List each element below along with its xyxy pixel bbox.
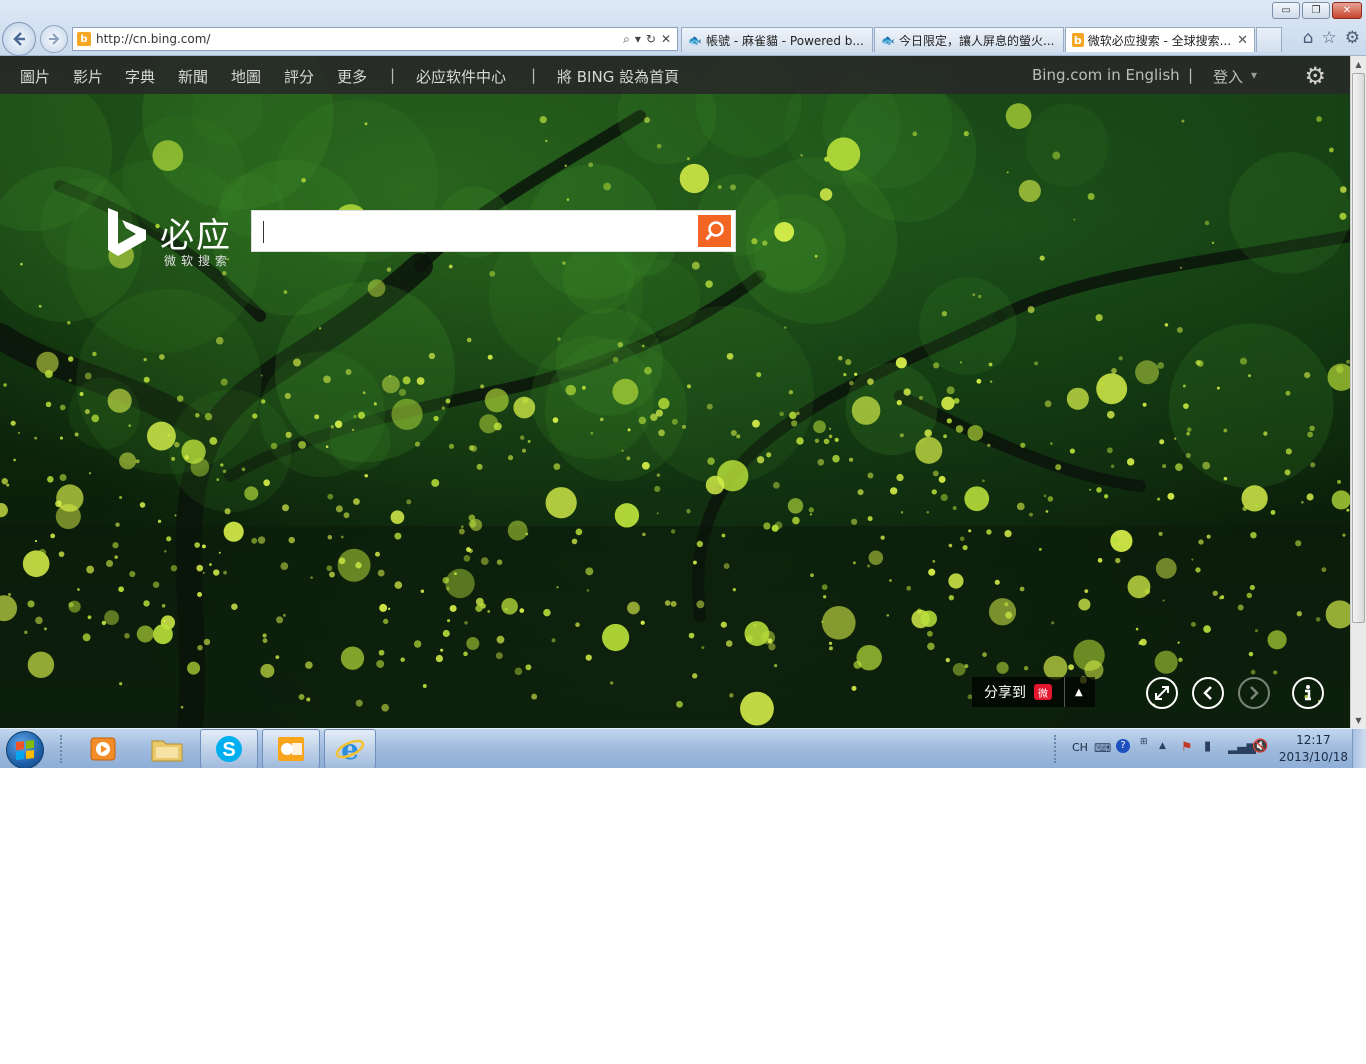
nav-english[interactable]: Bing.com in English [1032, 66, 1180, 84]
logo-title: 必应 [160, 216, 232, 256]
nav-maps[interactable]: 地圖 [231, 66, 261, 87]
expand-icon[interactable] [1146, 677, 1178, 709]
volume-muted-icon[interactable]: 🔇 [1252, 739, 1268, 754]
windows-taskbar: S e CH ⌨ ? ⊞ ▲ ⚑ ▮ ▂▄▆ 🔇 12:17 2013/10/1… [0, 728, 1366, 768]
close-button[interactable]: ✕ [1332, 2, 1362, 19]
logo-subtitle: 微软搜索 [164, 254, 233, 268]
screen: ▭ ❐ ✕ b http://cn.bing.com/ ⌕ ▾ ↻ ✕ 🐟 帳號… [0, 0, 1366, 768]
start-button[interactable] [6, 731, 44, 768]
dropdown-icon[interactable]: ▾ [635, 32, 641, 47]
browser-chrome: ▭ ❐ ✕ b http://cn.bing.com/ ⌕ ▾ ↻ ✕ 🐟 帳號… [0, 0, 1366, 56]
ime-options-icon[interactable]: ⊞ [1140, 737, 1148, 747]
nav-more[interactable]: 更多 [337, 66, 367, 87]
nav-software-center[interactable]: 必应软件中心 [416, 66, 506, 87]
nav-signin[interactable]: 登入 [1213, 66, 1243, 87]
search-button[interactable] [698, 215, 731, 247]
address-bar[interactable]: b http://cn.bing.com/ ⌕ ▾ ↻ ✕ [72, 27, 678, 51]
weibo-icon[interactable]: 微 [1034, 684, 1052, 700]
clock-time: 12:17 [1296, 733, 1331, 747]
nav-images[interactable]: 圖片 [20, 66, 50, 87]
address-tools: ⌕ ▾ ↻ ✕ [623, 32, 671, 47]
share-bar[interactable]: 分享到 微 ▲ [972, 677, 1095, 707]
skype-icon[interactable]: S [200, 729, 258, 768]
search-icon[interactable]: ⌕ [623, 32, 630, 47]
help-icon[interactable]: ? [1116, 739, 1130, 753]
refresh-icon[interactable]: ↻ [646, 32, 656, 47]
bing-page: 圖片 影片 字典 新聞 地圖 評分 更多 | 必应软件中心 | 將 BING 設… [0, 56, 1350, 728]
arrow-right-icon [49, 33, 60, 45]
bing-icon: b [1072, 33, 1084, 47]
prev-icon[interactable] [1192, 677, 1224, 709]
text-caret [263, 221, 264, 243]
search-icon [704, 221, 724, 241]
background-image [0, 56, 1350, 728]
fish-icon: 🐟 [688, 33, 702, 47]
tab-1[interactable]: 🐟 帳號 - 麻雀貓 - Powered b... [681, 27, 873, 52]
media-player-icon[interactable] [74, 729, 132, 768]
bing-logo[interactable]: 必应 微软搜索 [106, 206, 236, 270]
nav-dictionary[interactable]: 字典 [125, 66, 155, 87]
url-text[interactable]: http://cn.bing.com/ [96, 32, 623, 46]
nav-news[interactable]: 新聞 [178, 66, 208, 87]
scroll-thumb[interactable] [1352, 73, 1365, 623]
new-tab-button[interactable] [1256, 27, 1282, 52]
keyboard-icon[interactable]: ⌨ [1094, 741, 1111, 755]
settings-gear-icon[interactable]: ⚙ [1304, 62, 1326, 90]
browser-toolbar: ⌂ ☆ ⚙ [1303, 28, 1360, 48]
bing-favicon-icon: b [77, 32, 91, 46]
nav-separator: | [1188, 66, 1194, 84]
bing-top-nav: 圖片 影片 字典 新聞 地圖 評分 更多 | 必应软件中心 | 將 BING 設… [0, 56, 1350, 94]
back-button[interactable] [2, 22, 36, 56]
clock[interactable]: 12:17 2013/10/18 [1279, 732, 1348, 766]
window-controls: ▭ ❐ ✕ [1270, 2, 1362, 19]
minimize-button[interactable]: ▭ [1272, 2, 1300, 19]
tab-title: 帳號 - 麻雀貓 - Powered b... [706, 33, 864, 48]
windows-logo-icon [16, 740, 34, 760]
gear-icon[interactable]: ⚙ [1345, 28, 1360, 48]
divider [1064, 677, 1065, 707]
arrow-left-icon [13, 32, 25, 46]
outlook-icon[interactable] [262, 729, 320, 768]
nav-reviews[interactable]: 評分 [284, 66, 314, 87]
stop-icon[interactable]: ✕ [661, 32, 671, 47]
tab-title: 微软必应搜索 - 全球搜索... [1087, 33, 1232, 48]
next-icon[interactable] [1238, 677, 1270, 709]
nav-separator: | [531, 66, 537, 84]
clock-date: 2013/10/18 [1278, 750, 1348, 764]
action-center-icon[interactable]: ⚑ [1181, 740, 1193, 755]
taskbar-grip [60, 735, 64, 763]
nav-separator: | [390, 66, 396, 84]
explorer-icon[interactable] [138, 729, 196, 768]
tab-3-active[interactable]: b 微软必应搜索 - 全球搜索... ✕ [1065, 27, 1255, 52]
star-icon[interactable]: ☆ [1322, 28, 1337, 48]
home-icon[interactable]: ⌂ [1303, 28, 1314, 48]
nav-set-homepage[interactable]: 將 BING 設為首頁 [557, 66, 679, 87]
share-expand-icon[interactable]: ▲ [1075, 687, 1083, 698]
scroll-down-icon[interactable]: ▼ [1351, 712, 1366, 728]
share-label: 分享到 [984, 685, 1026, 701]
show-desktop-button[interactable] [1352, 729, 1366, 768]
power-icon[interactable]: ▮ [1204, 739, 1211, 754]
forward-button[interactable] [40, 25, 68, 53]
ie-icon[interactable]: e [324, 729, 376, 768]
search-input[interactable] [251, 210, 736, 252]
tab-2[interactable]: 🐟 今日限定，讓人屏息的螢火... [874, 27, 1064, 52]
nav-videos[interactable]: 影片 [73, 66, 103, 87]
scroll-up-icon[interactable]: ▲ [1351, 56, 1366, 72]
info-icon[interactable] [1292, 677, 1324, 709]
tray-expand-icon[interactable]: ▲ [1159, 741, 1166, 751]
svg-text:S: S [222, 739, 235, 761]
tab-title: 今日限定，讓人屏息的螢火... [899, 33, 1055, 48]
svg-text:e: e [341, 734, 359, 764]
bing-b-icon [108, 208, 146, 256]
language-indicator[interactable]: CH [1072, 741, 1088, 754]
chevron-down-icon[interactable]: ▾ [1251, 68, 1257, 82]
vertical-scrollbar[interactable]: ▲ ▼ [1350, 56, 1366, 728]
fish-icon: 🐟 [881, 33, 895, 47]
tray-grip [1054, 735, 1058, 763]
restore-button[interactable]: ❐ [1302, 2, 1330, 19]
tab-close-button[interactable]: ✕ [1237, 33, 1248, 48]
